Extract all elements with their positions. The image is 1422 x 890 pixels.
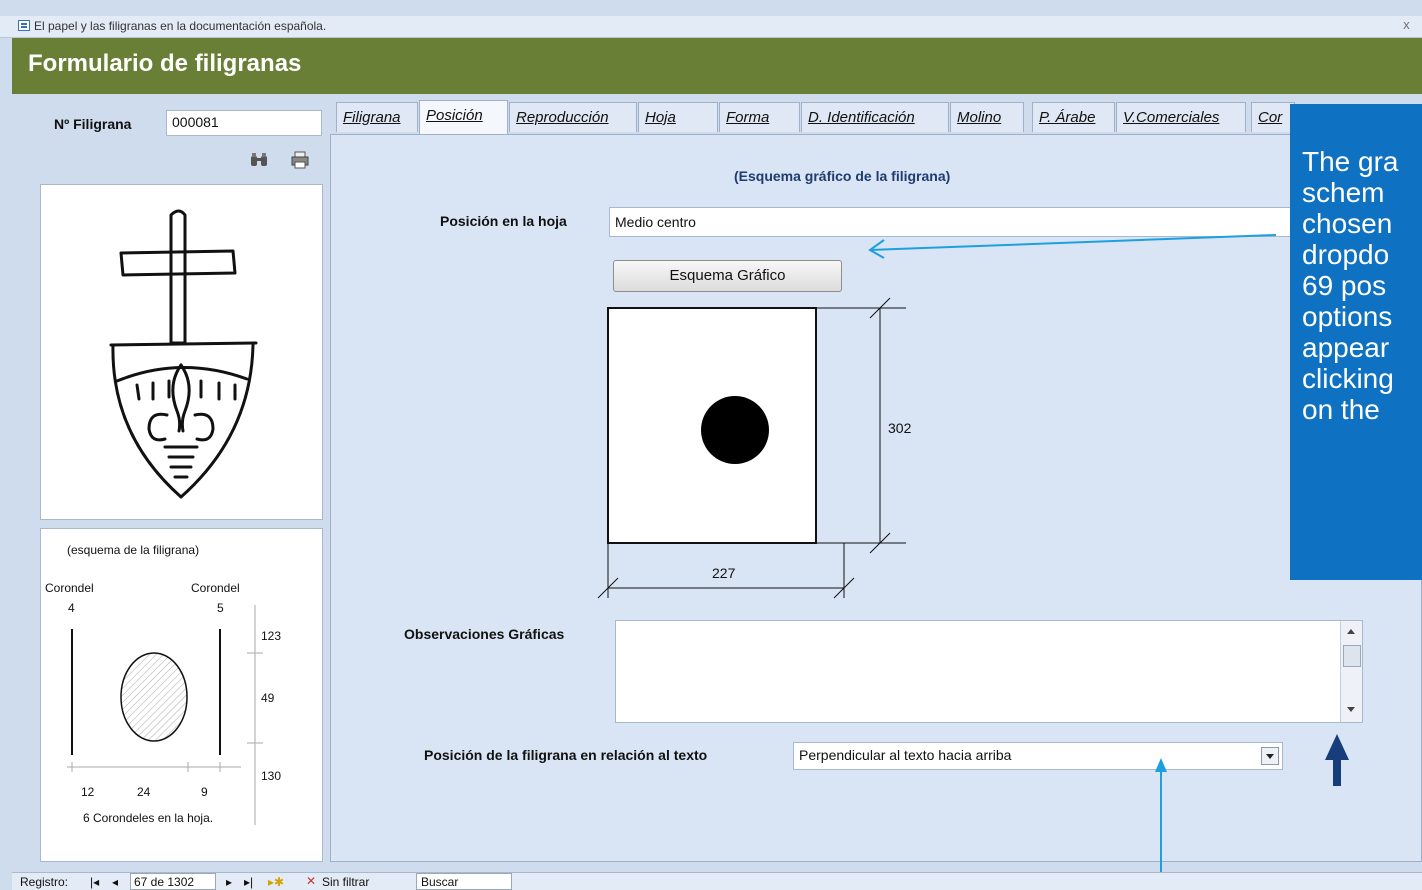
record-navigation-bar: Registro: |◂ ◂ 67 de 1302 ▸ ▸| ▸✱ ✕ Sin … (12, 872, 1422, 890)
last-record-icon[interactable]: ▸| (244, 875, 253, 889)
prev-record-icon[interactable]: ◂ (112, 875, 118, 889)
filter-status[interactable]: Sin filtrar (322, 875, 369, 889)
bottom-pointer-arrow (1155, 758, 1167, 890)
up-arrow-icon (1325, 734, 1349, 786)
first-record-icon[interactable]: |◂ (90, 875, 99, 889)
record-label: Registro: (20, 875, 69, 889)
callout-pointer-arrow (868, 234, 1277, 259)
new-record-icon[interactable]: ▸✱ (268, 875, 284, 889)
next-record-icon[interactable]: ▸ (226, 875, 232, 889)
annotation-callout: The gra schem chosen dropdo 69 pos optio… (1290, 104, 1422, 580)
callout-text: The gra schem chosen dropdo 69 pos optio… (1302, 146, 1399, 425)
record-counter[interactable]: 67 de 1302 (130, 873, 216, 890)
annotation-arrows (868, 234, 1349, 890)
filter-icon: ✕ (306, 874, 317, 888)
search-box[interactable]: Buscar (416, 873, 512, 890)
